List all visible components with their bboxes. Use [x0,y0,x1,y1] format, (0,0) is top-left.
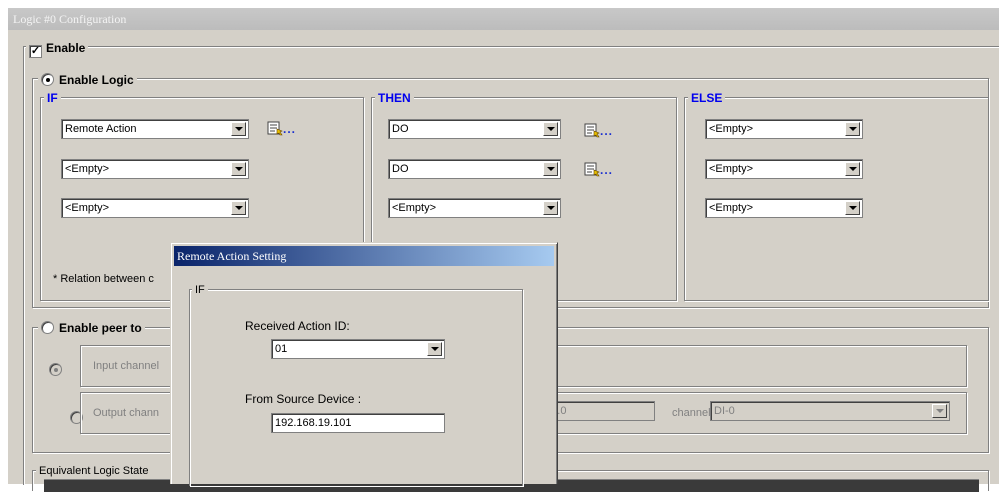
if-condition-3-value: <Empty> [65,202,110,214]
enable-label: Enable [46,41,86,55]
if-condition-3-select[interactable]: <Empty> [61,198,249,218]
dialog-title: Remote Action Setting [174,246,554,266]
then-1-settings-button[interactable]: ... [584,121,613,139]
else-action-3-value: <Empty> [709,202,754,214]
enable-logic-label: Enable Logic [59,73,134,87]
chevron-down-icon[interactable] [845,162,860,176]
remote-action-dialog: Remote Action Setting IF Received Action… [170,242,558,486]
dialog-if-group [189,289,523,486]
received-id-select[interactable]: 01 [271,339,445,359]
else-action-2-select[interactable]: <Empty> [705,159,863,179]
input-channel-label: Input channel [93,360,160,372]
if-condition-1-select[interactable]: Remote Action [61,119,249,139]
then-action-3-value: <Empty> [392,202,437,214]
then-action-2-select[interactable]: DO [388,159,561,179]
chevron-down-icon[interactable] [231,122,246,136]
then-action-3-select[interactable]: <Empty> [388,198,561,218]
if-condition-2-value: <Empty> [65,163,110,175]
if-settings-button[interactable]: ... [267,119,296,137]
input-channel-radio[interactable] [49,363,62,376]
then-2-settings-button[interactable]: ... [584,160,613,178]
channel-select[interactable]: DI-0 [710,401,950,421]
output-channel-label: Output chann [93,407,160,419]
chevron-down-icon[interactable] [845,122,860,136]
chevron-down-icon[interactable] [231,162,246,176]
else-legend: ELSE [688,91,726,105]
channel-label: channel [672,407,711,419]
if-condition-2-select[interactable]: <Empty> [61,159,249,179]
received-id-label: Received Action ID: [245,319,350,333]
source-device-field[interactable]: 192.168.19.101 [271,413,445,433]
peer-radio-row[interactable]: Enable peer to [38,321,145,335]
source-device-label: From Source Device : [245,392,362,406]
if-legend: IF [44,91,61,105]
chevron-down-icon[interactable] [543,201,558,215]
then-action-1-select[interactable]: DO [388,119,561,139]
settings-table-icon [267,121,283,136]
equivalent-legend: Equivalent Logic State [36,464,179,478]
chevron-down-icon[interactable] [427,342,442,356]
chevron-down-icon[interactable] [932,404,947,418]
if-condition-1-value: Remote Action [65,123,137,135]
then-2-settings-dots: ... [600,163,614,177]
enable-logic-radio[interactable] [41,73,54,86]
else-action-3-select[interactable]: <Empty> [705,198,863,218]
enable-checkbox-row[interactable]: ✓ Enable [26,41,89,58]
if-settings-dots: ... [283,122,297,136]
enable-checkbox[interactable]: ✓ [29,45,42,58]
peer-radio[interactable] [41,321,54,334]
chevron-down-icon[interactable] [543,162,558,176]
then-1-settings-dots: ... [600,124,614,138]
then-action-1-value: DO [392,123,409,135]
window-title: Logic #0 Configuration [8,8,999,30]
else-action-1-value: <Empty> [709,123,754,135]
chevron-down-icon[interactable] [543,122,558,136]
peer-label: Enable peer to [59,321,142,335]
source-device-value: 192.168.19.101 [275,417,352,429]
received-id-value: 01 [275,343,288,355]
settings-table-icon [584,162,600,177]
chevron-down-icon[interactable] [231,201,246,215]
then-action-2-value: DO [392,163,409,175]
chevron-down-icon[interactable] [845,201,860,215]
dialog-if-legend: IF [192,283,208,297]
settings-table-icon [584,123,600,138]
else-action-1-select[interactable]: <Empty> [705,119,863,139]
relation-note: * Relation between c [53,273,154,285]
then-legend: THEN [375,91,414,105]
channel-value: DI-0 [714,405,735,417]
else-action-2-value: <Empty> [709,163,754,175]
enable-logic-radio-row[interactable]: Enable Logic [38,73,137,87]
